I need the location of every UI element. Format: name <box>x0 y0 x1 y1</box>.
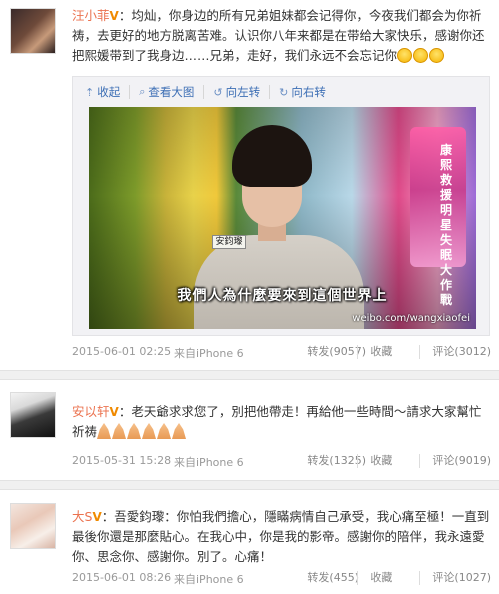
praying-hands-icon <box>142 423 157 439</box>
photo-watermark: weibo.com/wangxiaofei <box>352 313 470 324</box>
photo-subtitle: 我們人為什麼要來到這個世界上 <box>177 288 388 304</box>
post-body-line2: 祈祷 <box>72 424 98 439</box>
post-source: 来自iPhone 6 <box>174 573 244 586</box>
verified-badge-icon: V <box>109 405 119 419</box>
post-text: 大SV：吾愛鈞瓈：你怕我們擔心，隱瞞病情自己承受，我心痛至極！一直到最後你還是那… <box>72 507 491 567</box>
post-photo[interactable]: 康熙救援明星失眠大作戰 安鈞瓈 我們人為什麼要來到這個世界上 weibo.com… <box>89 107 476 329</box>
rotate-left-button[interactable]: ↺ 向左转 <box>204 85 271 99</box>
post-time[interactable]: 2015-06-01 08:26 <box>72 571 171 584</box>
avatar[interactable] <box>10 392 56 438</box>
crying-face-icon <box>413 48 429 63</box>
praying-hands-icon <box>127 423 142 439</box>
post-meta: 2015-05-31 15:28 来自iPhone 6 转发(1325) 收藏 … <box>72 454 491 472</box>
post-body: ：吾愛鈞瓈：你怕我們擔心，隱瞞病情自己承受，我心痛至極！一直到最後你還是那麼貼心… <box>72 509 490 564</box>
comment-button[interactable]: 评论(1027) <box>419 571 491 585</box>
repost-button[interactable]: 转发(1325) <box>295 454 366 468</box>
repost-button[interactable]: 转发(455) <box>295 571 359 585</box>
avatar[interactable] <box>10 503 56 549</box>
rotate-left-label: 向左转 <box>225 85 261 99</box>
media-viewer: ⇡ 收起 ⌕ 查看大图 ↺ 向左转 ↻ 向右转 康熙救援明星失眠大作戰 安鈞瓈 我們人為… <box>72 76 490 336</box>
name-tag: 安鈞瓈 <box>212 235 246 249</box>
verified-badge-icon: V <box>109 9 119 23</box>
post-actions: 转发(1325) 收藏 评论(9019) <box>295 454 491 468</box>
photo-hair <box>232 125 312 187</box>
post-separator <box>0 370 499 380</box>
praying-hands-icon <box>172 423 187 439</box>
media-toolbar: ⇡ 收起 ⌕ 查看大图 ↺ 向左转 ↻ 向右转 <box>81 83 335 101</box>
crying-face-icon <box>397 48 413 63</box>
post-meta: 2015-06-01 08:26 来自iPhone 6 转发(455) 收藏 评… <box>72 571 491 589</box>
post-source: 来自iPhone 6 <box>174 347 244 360</box>
rotate-left-icon: ↺ <box>213 85 223 99</box>
repost-button[interactable]: 转发(9057) <box>295 345 366 359</box>
favorite-button[interactable]: 收藏 <box>357 454 419 468</box>
weibo-post-wangxiaofei: 汪小菲V：均灿，你身边的所有兄弟姐妹都会记得你，今夜我们都会为你祈祷，去更好的地… <box>0 0 499 370</box>
post-time[interactable]: 2015-06-01 02:25 <box>72 345 171 358</box>
post-meta: 2015-06-01 02:25 来自iPhone 6 转发(9057) 收藏 … <box>72 345 491 363</box>
comment-button[interactable]: 评论(9019) <box>419 454 491 468</box>
post-time[interactable]: 2015-05-31 15:28 <box>72 454 171 467</box>
crying-face-icon <box>429 48 445 63</box>
favorite-button[interactable]: 收藏 <box>357 345 419 359</box>
post-separator <box>0 480 499 490</box>
show-logo-text: 康熙救援明星失眠大作戰 <box>440 143 453 307</box>
username-link[interactable]: 安以轩 <box>72 404 110 419</box>
collapse-icon: ⇡ <box>85 85 95 99</box>
weibo-post-barbie-hsu: 大SV：吾愛鈞瓈：你怕我們擔心，隱瞞病情自己承受，我心痛至極！一直到最後你還是那… <box>0 491 499 594</box>
username-link[interactable]: 汪小菲 <box>72 8 110 23</box>
praying-hands-icon <box>157 423 172 439</box>
show-logo <box>410 127 466 267</box>
post-body-line1: ：老天爺求求您了，別把他帶走！再給他一些時間～請求大家幫忙 <box>118 404 482 419</box>
post-actions: 转发(9057) 收藏 评论(3012) <box>295 345 491 359</box>
verified-badge-icon: V <box>92 510 102 524</box>
photo-shirt <box>194 235 364 329</box>
avatar[interactable] <box>10 8 56 54</box>
zoom-icon: ⌕ <box>139 85 146 98</box>
post-text: 汪小菲V：均灿，你身边的所有兄弟姐妹都会记得你，今夜我们都会为你祈祷，去更好的地… <box>72 6 491 66</box>
collapse-button[interactable]: ⇡ 收起 <box>81 85 131 99</box>
favorite-button[interactable]: 收藏 <box>357 571 419 585</box>
praying-hands-icon <box>97 423 112 439</box>
collapse-label: 收起 <box>97 85 121 99</box>
rotate-right-icon: ↻ <box>279 85 289 99</box>
rotate-right-button[interactable]: ↻ 向右转 <box>270 85 335 99</box>
weibo-post-ruby-lin: 安以轩V：老天爺求求您了，別把他帶走！再給他一些時間～請求大家幫忙 祈祷 201… <box>0 380 499 480</box>
view-large-button[interactable]: ⌕ 查看大图 <box>130 85 205 99</box>
username-link[interactable]: 大S <box>72 509 92 524</box>
rotate-right-label: 向右转 <box>291 85 326 99</box>
post-source: 来自iPhone 6 <box>174 456 244 469</box>
post-actions: 转发(455) 收藏 评论(1027) <box>295 571 491 585</box>
comment-button[interactable]: 评论(3012) <box>419 345 491 359</box>
praying-hands-icon <box>112 423 127 439</box>
view-large-label: 查看大图 <box>148 85 195 99</box>
post-text: 安以轩V：老天爺求求您了，別把他帶走！再給他一些時間～請求大家幫忙 祈祷 <box>72 402 491 442</box>
